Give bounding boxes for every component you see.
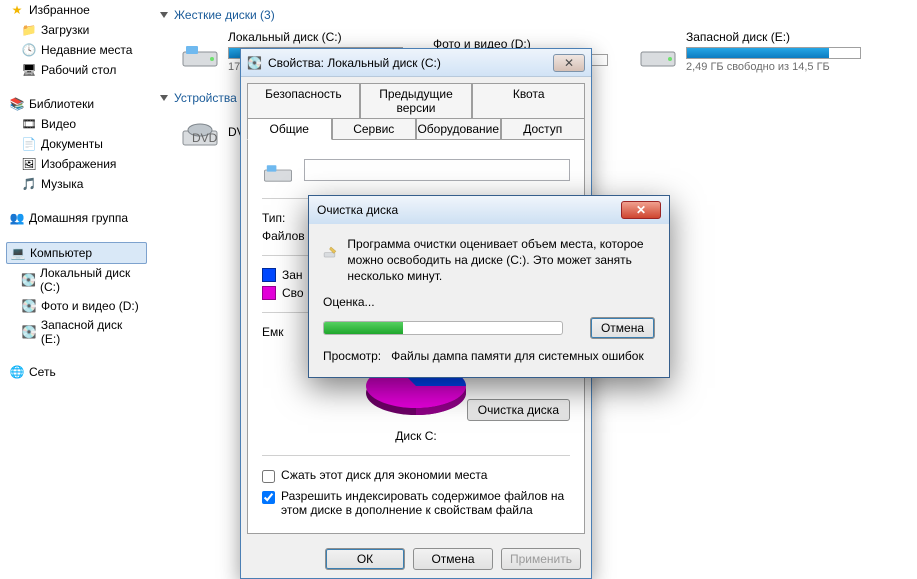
nav-label: Библиотеки [29, 97, 94, 111]
disk-name: Запасной диск (E:) [686, 30, 861, 44]
nav-network[interactable]: 🌐 Сеть [6, 362, 147, 382]
nav-label: Избранное [29, 3, 90, 17]
nav-computer[interactable]: 💻 Компьютер [6, 242, 147, 264]
music-icon: 🎵 [21, 176, 37, 192]
section-title: Устройства [174, 91, 237, 105]
drive-icon: 💽 [21, 324, 37, 340]
drive-name-input[interactable] [304, 159, 570, 181]
drive-icon: 💽 [21, 272, 36, 288]
nav-label: Фото и видео (D:) [41, 299, 139, 313]
used-label: Зан [282, 268, 303, 282]
libraries-icon: 📚 [9, 96, 25, 112]
dvd-icon: DVD [180, 113, 220, 153]
viewing-value: Файлы дампа памяти для системных ошибок [391, 349, 644, 363]
tab-security[interactable]: Безопасность [247, 83, 360, 119]
nav-homegroup[interactable]: 👥 Домашняя группа [6, 208, 147, 228]
progress-bar [323, 321, 563, 335]
compress-checkbox[interactable] [262, 470, 275, 483]
nav-pictures[interactable]: 🖼 Изображения [18, 154, 147, 174]
ok-button[interactable]: ОК [325, 548, 405, 570]
nav-recent[interactable]: 🕓 Недавние места [18, 40, 147, 60]
nav-libraries[interactable]: 📚 Библиотеки [6, 94, 147, 114]
tab-previous-versions[interactable]: Предыдущие версии [360, 83, 473, 119]
close-button[interactable]: ✕ [621, 201, 661, 219]
sidebar-nav: ★ Избранное 📁 Загрузки 🕓 Недавние места 🖥 Ра… [0, 0, 147, 396]
nav-label: Рабочий стол [41, 63, 116, 77]
desktop-icon: 🖥 [21, 62, 37, 78]
nav-label: Запасной диск (E:) [41, 318, 144, 346]
recent-icon: 🕓 [21, 42, 37, 58]
pictures-icon: 🖼 [21, 156, 37, 172]
compress-label: Сжать этот диск для экономии места [281, 468, 487, 482]
cleanup-dialog: Очистка диска ✕ Программа очистки оценив… [308, 195, 670, 378]
tab-tools[interactable]: Сервис [332, 118, 417, 140]
titlebar[interactable]: 💽 Свойства: Локальный диск (C:) ✕ [241, 49, 591, 77]
disk-card-e[interactable]: Запасной диск (E:) 2,49 ГБ свободно из 1… [638, 30, 861, 73]
tab-hardware[interactable]: Оборудование [416, 118, 501, 140]
nav-desktop[interactable]: 🖥 Рабочий стол [18, 60, 147, 80]
section-hard-drives[interactable]: Жесткие диски (3) [160, 8, 907, 22]
network-icon: 🌐 [9, 364, 25, 380]
drive-small-icon: 💽 [247, 56, 262, 70]
nav-label: Сеть [29, 365, 56, 379]
nav-label: Локальный диск (C:) [40, 266, 144, 294]
folder-down-icon: 📁 [21, 22, 37, 38]
disk-free-text: 2,49 ГБ свободно из 14,5 ГБ [686, 61, 861, 73]
nav-label: Изображения [41, 157, 116, 171]
broom-drive-icon [323, 236, 337, 268]
nav-downloads[interactable]: 📁 Загрузки [18, 20, 147, 40]
cancel-button[interactable]: Отмена [413, 548, 493, 570]
chevron-down-icon [160, 12, 168, 18]
nav-label: Недавние места [41, 43, 132, 57]
nav-label: Загрузки [41, 23, 89, 37]
viewing-label: Просмотр: [323, 349, 381, 363]
tab-strip: Безопасность Предыдущие версии Квота Общ… [241, 77, 591, 139]
section-title: Жесткие диски (3) [174, 8, 275, 22]
video-icon: 🎞 [21, 116, 37, 132]
nav-label: Музыка [41, 177, 83, 191]
document-icon: 📄 [21, 136, 37, 152]
nav-documents[interactable]: 📄 Документы [18, 134, 147, 154]
drive-icon [262, 154, 294, 186]
cleanup-desc: Программа очистки оценивает объем места,… [347, 236, 655, 285]
disk-usage-bar [686, 47, 861, 59]
index-checkbox[interactable] [262, 491, 275, 504]
disk-name: Локальный диск (C:) [228, 30, 403, 44]
free-legend-icon [262, 286, 276, 300]
close-button[interactable]: ✕ [553, 54, 585, 72]
nav-label: Домашняя группа [29, 211, 128, 225]
nav-disk-d[interactable]: 💽 Фото и видео (D:) [18, 296, 147, 316]
dialog-title: Свойства: Локальный диск (C:) [268, 56, 441, 70]
nav-disk-c[interactable]: 💽Локальный диск (C:) [18, 264, 147, 296]
computer-icon: 💻 [10, 245, 26, 261]
star-icon: ★ [9, 2, 25, 18]
tab-sharing[interactable]: Доступ [501, 118, 586, 140]
cleanup-titlebar[interactable]: Очистка диска ✕ [309, 196, 669, 224]
drive-icon: 💽 [21, 298, 37, 314]
nav-label: Компьютер [30, 246, 92, 260]
nav-favorites[interactable]: ★ Избранное [6, 0, 147, 20]
chevron-down-icon [160, 95, 168, 101]
nav-videos[interactable]: 🎞 Видео [18, 114, 147, 134]
drive-icon [638, 32, 678, 72]
close-icon: ✕ [636, 203, 646, 217]
cancel-button[interactable]: Отмена [590, 317, 655, 339]
svg-text:DVD: DVD [192, 131, 218, 145]
tab-quota[interactable]: Квота [472, 83, 585, 119]
free-label: Сво [282, 286, 304, 300]
homegroup-icon: 👥 [9, 210, 25, 226]
nav-label: Видео [41, 117, 76, 131]
cleanup-title: Очистка диска [317, 203, 398, 217]
nav-music[interactable]: 🎵 Музыка [18, 174, 147, 194]
drive-icon [180, 32, 220, 72]
apply-button[interactable]: Применить [501, 548, 581, 570]
nav-label: Документы [41, 137, 103, 151]
nav-disk-e[interactable]: 💽Запасной диск (E:) [18, 316, 147, 348]
index-label: Разрешить индексировать содержимое файло… [281, 489, 570, 517]
used-legend-icon [262, 268, 276, 282]
disk-pie-label: Диск C: [262, 429, 570, 443]
close-icon: ✕ [564, 56, 574, 70]
evaluating-label: Оценка... [323, 295, 655, 309]
tab-general[interactable]: Общие [247, 118, 332, 140]
